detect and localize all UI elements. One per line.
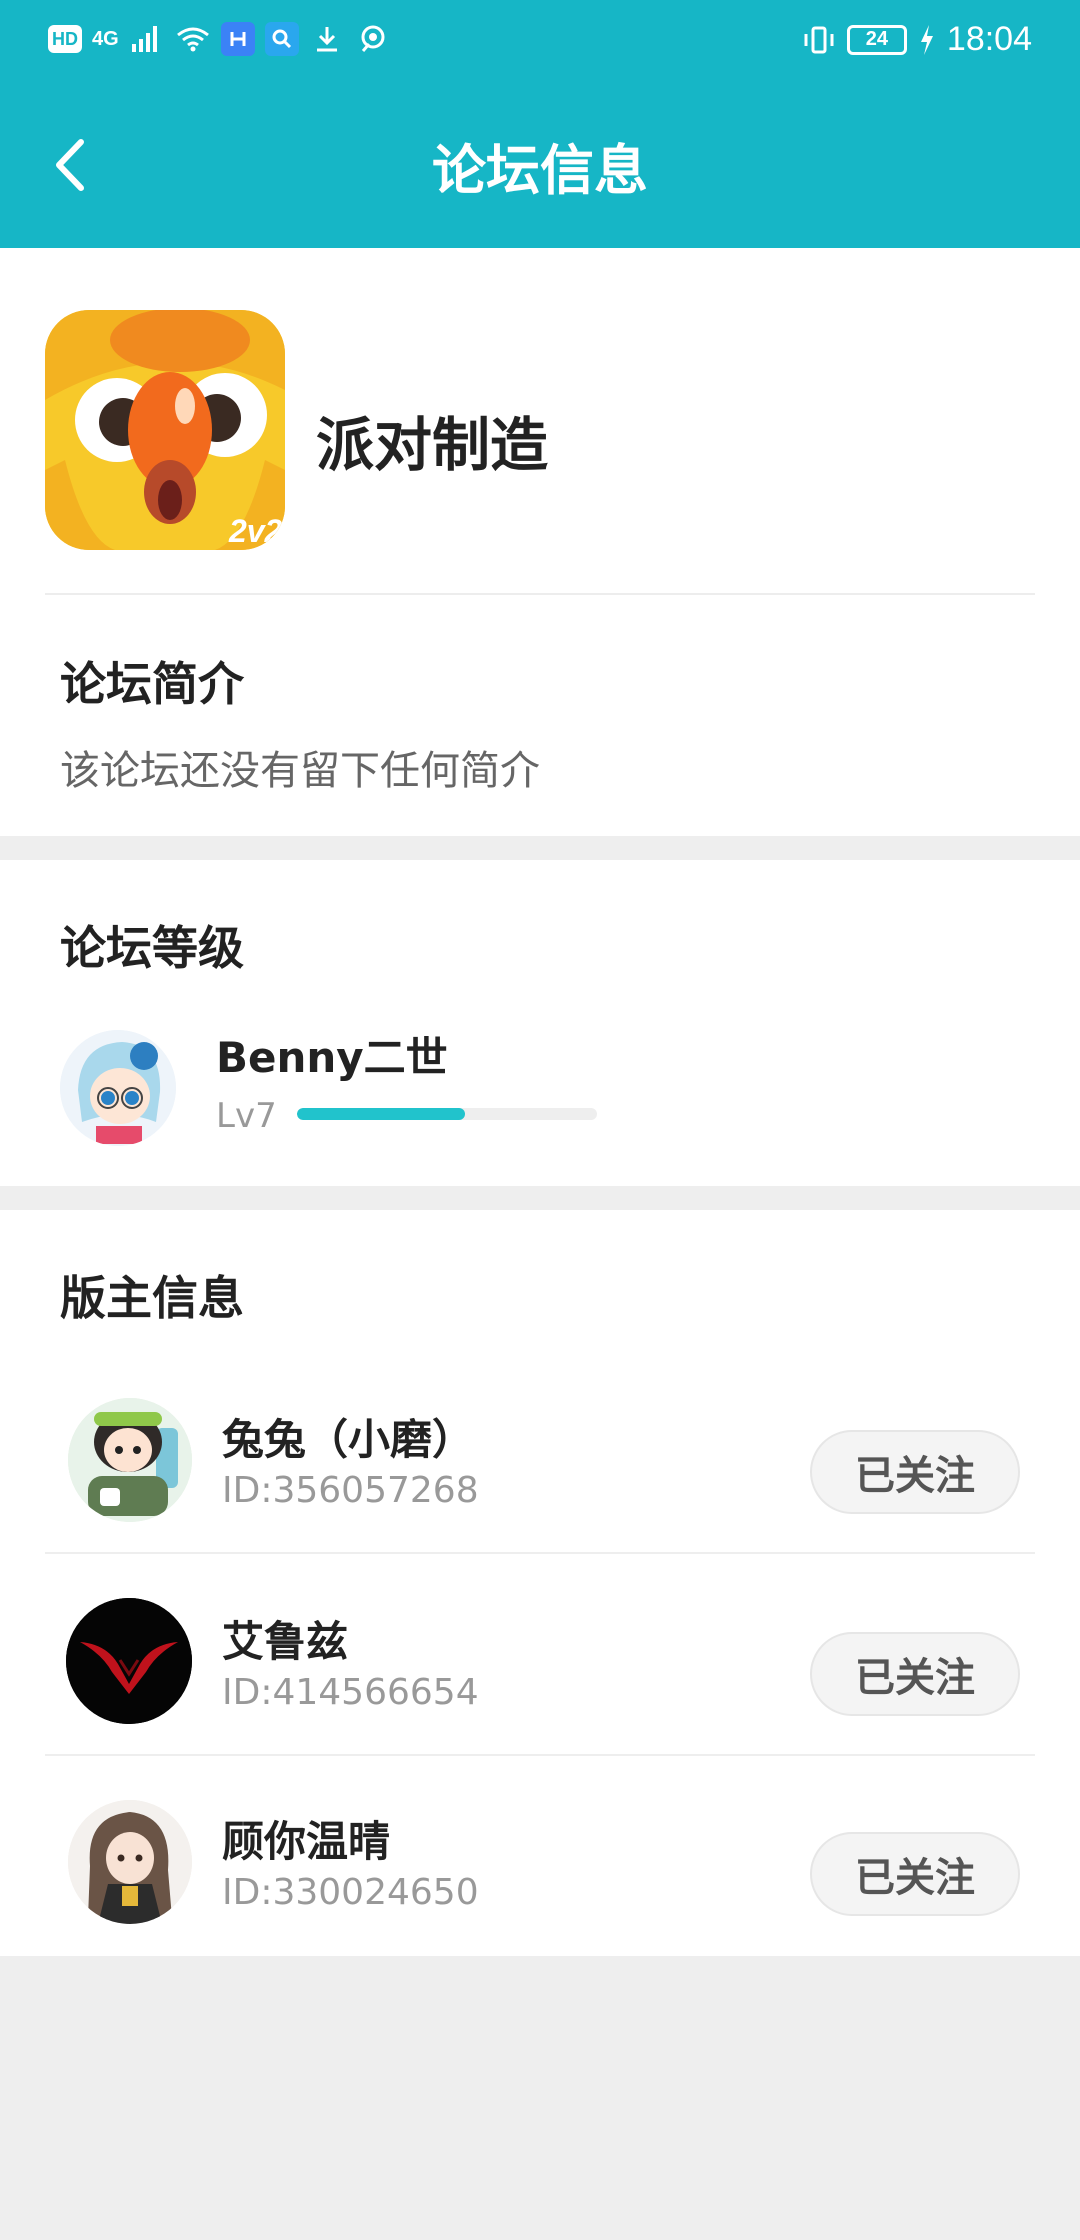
moderator-name: 艾鲁兹 — [222, 1617, 349, 1666]
avatar[interactable] — [66, 1598, 192, 1724]
status-right: 24 18:04 — [801, 20, 1032, 59]
list-item: 兔兔（小磨） ID:356057268 已关注 — [0, 1360, 1080, 1560]
page-title: 论坛信息 — [432, 139, 648, 202]
avatar[interactable] — [68, 1398, 192, 1522]
red-emblem-avatar-icon — [66, 1598, 192, 1724]
app-header: HD 4G 24 18:04 论坛信息 — [0, 0, 1080, 248]
network-type-label: 4G — [92, 27, 119, 50]
divider — [45, 593, 1035, 595]
clock: 18:04 — [946, 20, 1032, 58]
party-game-logo-icon: 2v2 — [45, 310, 285, 550]
level-username: Benny二世 — [216, 1033, 448, 1082]
moderator-id: ID:330024650 — [222, 1872, 479, 1913]
moderator-name: 兔兔（小磨） — [222, 1415, 475, 1464]
wifi-icon — [175, 23, 211, 55]
chibi-character-avatar-icon — [68, 1398, 192, 1522]
download-icon — [309, 23, 345, 55]
level-progress-fill — [297, 1108, 465, 1120]
moderators-section-title: 版主信息 — [60, 1271, 244, 1325]
moderator-id: ID:414566654 — [222, 1672, 479, 1713]
intro-section-title: 论坛简介 — [60, 657, 244, 711]
vibrate-icon — [801, 24, 837, 56]
divider — [45, 1754, 1035, 1756]
moderator-id: ID:356057268 — [222, 1470, 479, 1511]
list-item: 艾鲁兹 ID:414566654 已关注 — [0, 1562, 1080, 1762]
battery-indicator: 24 — [846, 24, 907, 55]
status-left: HD 4G — [48, 22, 391, 56]
forum-icon: 2v2 — [45, 310, 285, 550]
anime-girl-avatar-icon — [60, 1030, 176, 1146]
charging-icon — [917, 24, 937, 56]
followed-button[interactable]: 已关注 — [810, 1832, 1020, 1916]
anime-girl-avatar-icon — [68, 1800, 192, 1924]
followed-button[interactable]: 已关注 — [810, 1430, 1020, 1514]
divider — [45, 1552, 1035, 1554]
forum-level-card — [0, 860, 1080, 1186]
level-label: Lv7 — [216, 1096, 277, 1136]
avatar[interactable] — [68, 1800, 192, 1924]
followed-button[interactable]: 已关注 — [810, 1632, 1020, 1716]
intro-text: 该论坛还没有留下任何简介 — [60, 748, 540, 794]
hd-badge: HD — [48, 25, 82, 53]
forum-name: 派对制造 — [316, 411, 549, 479]
list-item: 顾你温晴 ID:330024650 已关注 — [0, 1762, 1080, 1962]
level-progress-bar — [297, 1108, 597, 1120]
signal-icon — [129, 23, 165, 55]
moderator-name: 顾你温晴 — [222, 1817, 391, 1866]
search-notification-icon — [264, 22, 299, 56]
status-bar: HD 4G 24 18:04 — [0, 0, 1080, 80]
app-notification-icon — [220, 22, 255, 56]
avatar[interactable] — [60, 1030, 176, 1146]
hotspot-icon — [355, 23, 391, 55]
level-section-title: 论坛等级 — [60, 921, 244, 975]
